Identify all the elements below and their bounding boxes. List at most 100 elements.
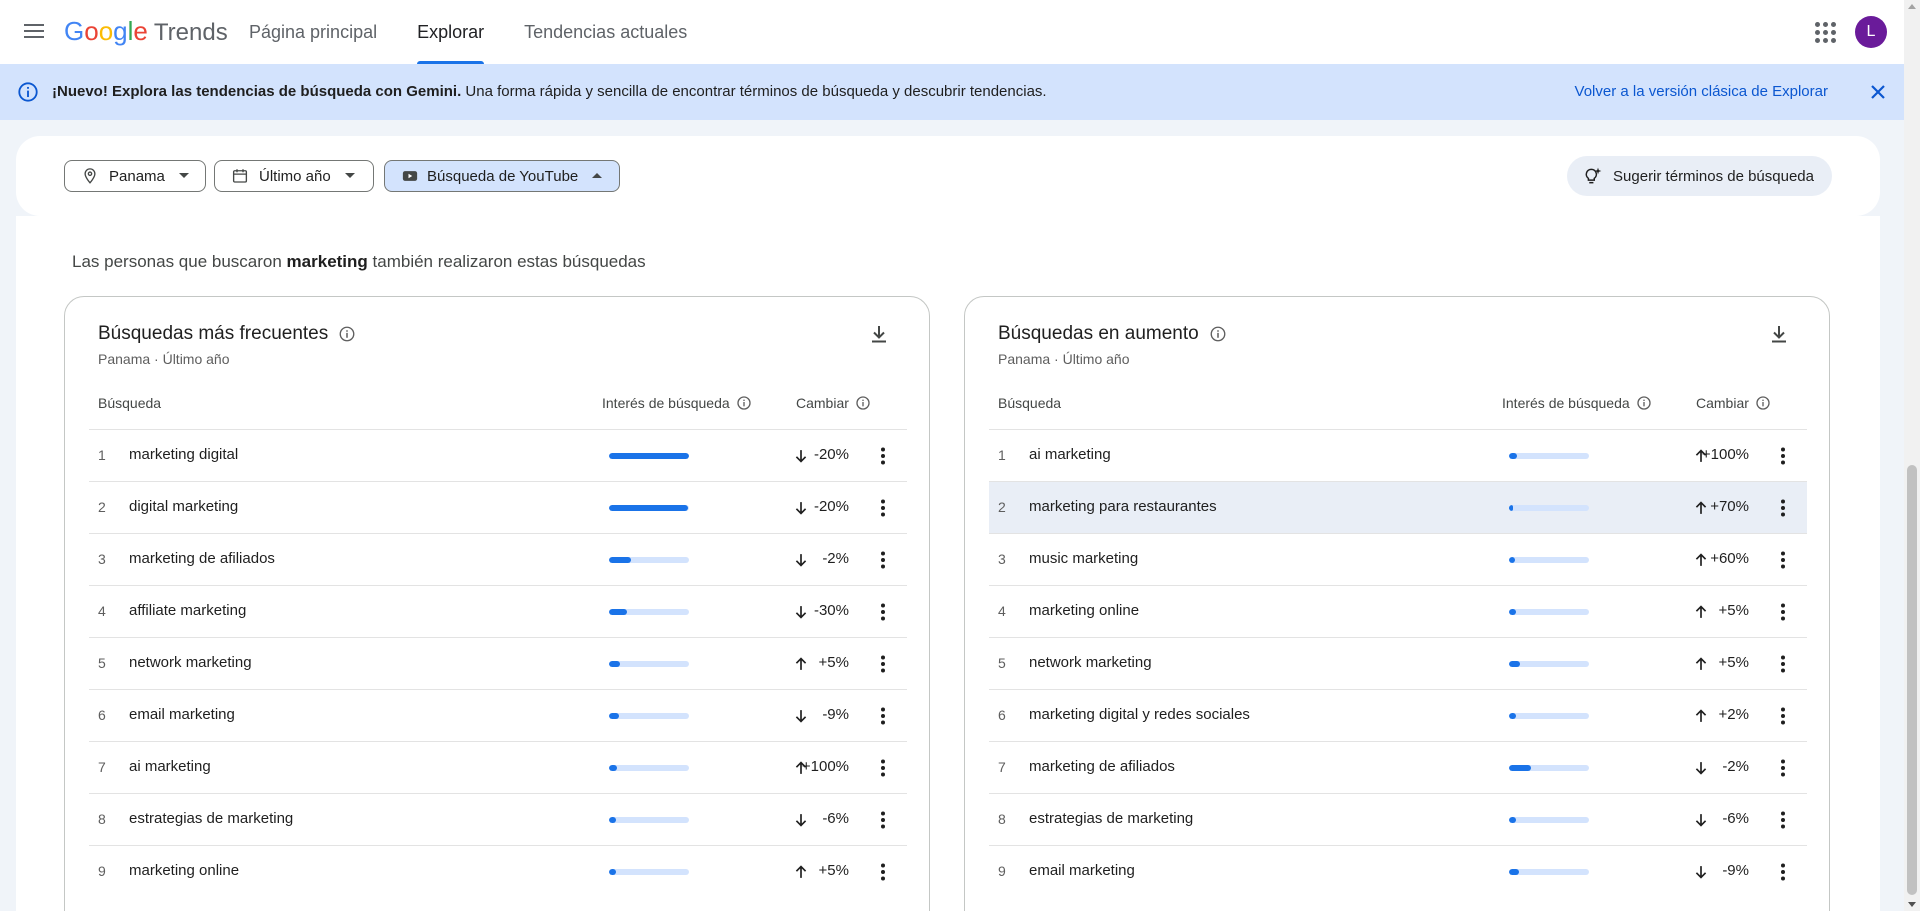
more-options-icon[interactable] xyxy=(871,444,895,468)
column-header-label: Búsqueda xyxy=(98,395,162,411)
logo-letter: G xyxy=(64,16,85,46)
query-row[interactable]: 4 affiliate marketing -30% xyxy=(89,585,907,637)
card-title: Búsquedas más frecuentes xyxy=(98,323,356,345)
info-icon[interactable] xyxy=(855,395,871,411)
more-options-icon[interactable] xyxy=(871,600,895,624)
download-icon[interactable] xyxy=(867,322,891,346)
more-options-icon[interactable] xyxy=(1771,860,1795,884)
arrow-down-icon xyxy=(791,602,811,627)
query-row[interactable]: 3 music marketing +60% xyxy=(989,533,1807,585)
row-rank: 4 xyxy=(998,603,1006,619)
query-row[interactable]: 1 marketing digital -20% xyxy=(89,429,907,481)
nav-tab-explore[interactable]: Explorar xyxy=(397,0,504,64)
card-title: Búsquedas en aumento xyxy=(998,323,1227,345)
interest-bar xyxy=(1509,609,1589,615)
info-icon[interactable] xyxy=(338,325,356,343)
query-term: email marketing xyxy=(1029,862,1135,879)
arrow-up-icon xyxy=(1691,550,1711,575)
arrow-up-icon xyxy=(1691,602,1711,627)
query-row[interactable]: 2 digital marketing -20% xyxy=(89,481,907,533)
more-options-icon[interactable] xyxy=(1771,600,1795,624)
dropdown-arrow-icon xyxy=(178,173,189,178)
more-options-icon[interactable] xyxy=(871,808,895,832)
time-range-filter-label: Último año xyxy=(259,167,331,185)
more-options-icon[interactable] xyxy=(871,652,895,676)
more-options-icon[interactable] xyxy=(871,548,895,572)
query-term: marketing online xyxy=(129,862,240,879)
interest-bar-fill xyxy=(609,869,617,875)
column-header-change: Cambiar xyxy=(1696,395,1771,411)
account-avatar[interactable]: L xyxy=(1855,16,1887,48)
logo-letter: e xyxy=(133,16,148,46)
scroll-up-arrow-icon[interactable] xyxy=(1908,4,1916,9)
banner-message: ¡Nuevo! Explora las tendencias de búsque… xyxy=(52,83,1047,100)
location-filter-chip[interactable]: Panama xyxy=(64,160,206,192)
more-options-icon[interactable] xyxy=(1771,496,1795,520)
more-options-icon[interactable] xyxy=(1771,444,1795,468)
more-options-icon[interactable] xyxy=(1771,548,1795,572)
search-source-filter-label: Búsqueda de YouTube xyxy=(427,167,579,185)
info-icon[interactable] xyxy=(1755,395,1771,411)
query-row[interactable]: 9 marketing online +5% xyxy=(89,845,907,897)
query-row[interactable]: 6 marketing digital y redes sociales +2% xyxy=(989,689,1807,741)
more-options-icon[interactable] xyxy=(871,496,895,520)
scroll-down-arrow-icon[interactable] xyxy=(1908,902,1916,907)
query-row[interactable]: 9 email marketing -9% xyxy=(989,845,1807,897)
classic-explore-link[interactable]: Volver a la versión clásica de Explorar xyxy=(1575,83,1828,100)
more-options-icon[interactable] xyxy=(1771,652,1795,676)
row-rank: 5 xyxy=(998,655,1006,671)
page-scrollbar[interactable] xyxy=(1904,0,1920,911)
nav-tab-home[interactable]: Página principal xyxy=(229,0,397,64)
download-icon[interactable] xyxy=(1767,322,1791,346)
interest-bar-fill xyxy=(1509,609,1517,615)
info-icon xyxy=(17,81,39,107)
interest-bar-fill xyxy=(609,661,621,667)
more-options-icon[interactable] xyxy=(1771,808,1795,832)
more-options-icon[interactable] xyxy=(1771,756,1795,780)
logo-letter: o xyxy=(84,16,99,46)
query-row[interactable]: 2 marketing para restaurantes +70% xyxy=(989,481,1807,533)
nav-tab-trending-now[interactable]: Tendencias actuales xyxy=(504,0,707,64)
interest-bar xyxy=(1509,765,1589,771)
sparkle-bulb-icon xyxy=(1585,167,1602,184)
suggest-search-terms-label: Sugerir términos de búsqueda xyxy=(1613,167,1814,185)
main-menu-icon[interactable] xyxy=(22,20,46,44)
info-icon[interactable] xyxy=(736,395,752,411)
query-term: estrategias de marketing xyxy=(1029,810,1194,827)
interest-bar-fill xyxy=(1509,713,1517,719)
query-row[interactable]: 8 estrategias de marketing -6% xyxy=(89,793,907,845)
close-banner-icon[interactable] xyxy=(1866,80,1890,104)
more-options-icon[interactable] xyxy=(871,860,895,884)
query-row[interactable]: 3 marketing de afiliados -2% xyxy=(89,533,907,585)
more-options-icon[interactable] xyxy=(871,704,895,728)
query-row[interactable]: 7 marketing de afiliados -2% xyxy=(989,741,1807,793)
scrollbar-thumb[interactable] xyxy=(1907,465,1917,895)
google-apps-icon[interactable] xyxy=(1812,20,1836,44)
more-options-icon[interactable] xyxy=(1771,704,1795,728)
query-row[interactable]: 4 marketing online +5% xyxy=(989,585,1807,637)
suggest-search-terms-button[interactable]: Sugerir términos de búsqueda xyxy=(1567,156,1832,196)
change-value: -6% xyxy=(1722,810,1749,827)
google-trends-logo[interactable]: Google Trends xyxy=(64,16,228,47)
query-row[interactable]: 5 network marketing +5% xyxy=(989,637,1807,689)
interest-bar xyxy=(609,453,689,459)
query-row[interactable]: 1 ai marketing +100% xyxy=(989,429,1807,481)
arrow-up-icon xyxy=(1691,654,1711,679)
arrow-down-icon xyxy=(791,706,811,731)
search-source-filter-chip[interactable]: Búsqueda de YouTube xyxy=(384,160,620,192)
arrow-down-icon xyxy=(791,550,811,575)
query-row[interactable]: 8 estrategias de marketing -6% xyxy=(989,793,1807,845)
more-options-icon[interactable] xyxy=(871,756,895,780)
info-icon[interactable] xyxy=(1209,325,1227,343)
related-term: marketing xyxy=(286,252,368,271)
query-term: ai marketing xyxy=(1029,446,1111,463)
info-icon[interactable] xyxy=(1636,395,1652,411)
interest-bar-fill xyxy=(1509,453,1517,459)
query-row[interactable]: 5 network marketing +5% xyxy=(89,637,907,689)
query-row[interactable]: 6 email marketing -9% xyxy=(89,689,907,741)
change-value: +2% xyxy=(1718,706,1749,723)
interest-bar-fill xyxy=(1509,505,1513,511)
time-range-filter-chip[interactable]: Último año xyxy=(214,160,374,192)
query-row[interactable]: 7 ai marketing +100% xyxy=(89,741,907,793)
row-rank: 3 xyxy=(98,551,106,567)
